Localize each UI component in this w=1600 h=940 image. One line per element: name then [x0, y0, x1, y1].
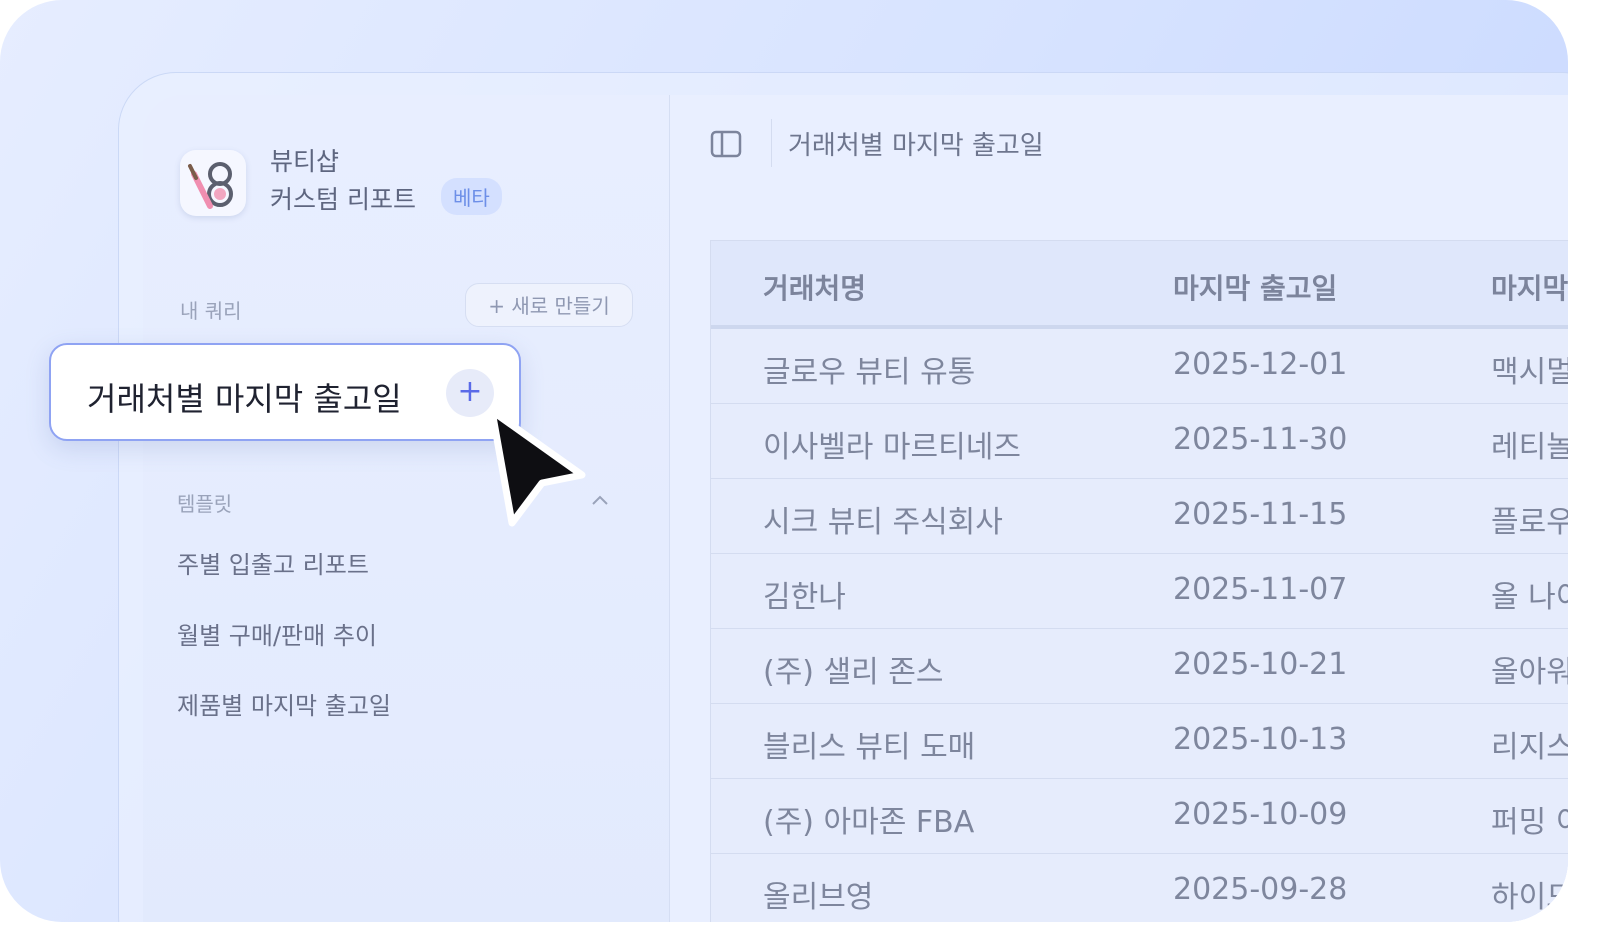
cell-vendor: 올리브영: [763, 880, 874, 915]
table-row[interactable]: (주) 아마존 FBA 2025-10-09 퍼밍 이: [711, 779, 1568, 854]
cell-date: 2025-10-09: [1173, 797, 1348, 832]
cell-vendor: 글로우 뷰티 유통: [763, 355, 976, 390]
table-row[interactable]: 글로우 뷰티 유통 2025-12-01 맥시멀: [711, 329, 1568, 404]
cell-product: 레티놀: [1491, 430, 1568, 465]
table-row[interactable]: 올리브영 2025-09-28 하이드: [711, 854, 1568, 922]
cell-product: 플로우: [1491, 505, 1568, 540]
cell-vendor: (주) 샐리 존스: [763, 655, 944, 690]
popup-query-label: 거래처별 마지막 출고일: [87, 380, 402, 418]
new-query-button[interactable]: + 새로 만들기: [465, 283, 633, 327]
cell-vendor: 시크 뷰티 주식회사: [763, 505, 1003, 540]
cell-vendor: 김한나: [763, 580, 846, 615]
cell-product: 올아워: [1491, 655, 1568, 690]
beta-badge: 베타: [441, 178, 502, 215]
app-window: 뷰티샵 커스텀 리포트 베타 내 쿼리 + 새로 만들기 템플릿 주별 입출고 …: [143, 95, 1568, 922]
template-item-weekly[interactable]: 주별 입출고 리포트: [177, 545, 369, 580]
brand-name: 뷰티샵: [270, 147, 340, 176]
brand-logo-icon: [180, 150, 246, 216]
my-queries-label: 내 쿼리: [180, 299, 242, 323]
query-popup[interactable]: 거래처별 마지막 출고일 +: [49, 343, 521, 441]
cell-date: 2025-12-01: [1173, 347, 1348, 382]
templates-label: 템플릿: [177, 492, 233, 516]
cell-product: 올 나이: [1491, 580, 1568, 615]
sidebar-toggle-icon[interactable]: [709, 127, 743, 161]
cell-date: 2025-11-07: [1173, 572, 1348, 607]
template-item-monthly[interactable]: 월별 구매/판매 추이: [177, 616, 377, 651]
table-row[interactable]: (주) 샐리 존스 2025-10-21 올아워: [711, 629, 1568, 704]
header-last-product[interactable]: 마지막: [1491, 267, 1568, 307]
cell-date: 2025-09-28: [1173, 872, 1348, 907]
table-row[interactable]: 이사벨라 마르티네즈 2025-11-30 레티놀: [711, 404, 1568, 479]
cell-vendor: 이사벨라 마르티네즈: [763, 430, 1021, 465]
cell-vendor: (주) 아마존 FBA: [763, 805, 975, 840]
table-row[interactable]: 시크 뷰티 주식회사 2025-11-15 플로우: [711, 479, 1568, 554]
cell-product: 퍼밍 이: [1491, 805, 1568, 840]
cell-date: 2025-11-30: [1173, 422, 1348, 457]
cell-date: 2025-11-15: [1173, 497, 1348, 532]
table-header: 거래처명 마지막 출고일 마지막: [711, 241, 1568, 329]
template-item-product[interactable]: 제품별 마지막 출고일: [177, 686, 391, 721]
cell-date: 2025-10-21: [1173, 647, 1348, 682]
table-row[interactable]: 김한나 2025-11-07 올 나이: [711, 554, 1568, 629]
brand-subtitle: 커스텀 리포트: [270, 185, 416, 214]
page-title: 거래처별 마지막 출고일: [788, 131, 1044, 161]
header-last-ship-date[interactable]: 마지막 출고일: [1173, 267, 1337, 307]
table-row[interactable]: 블리스 뷰티 도매 2025-10-13 리지스: [711, 704, 1568, 779]
cell-product: 맥시멀: [1491, 355, 1568, 390]
cell-product: 하이드: [1491, 880, 1568, 915]
cell-date: 2025-10-13: [1173, 722, 1348, 757]
header-vendor[interactable]: 거래처명: [763, 267, 866, 307]
results-table: 거래처명 마지막 출고일 마지막 글로우 뷰티 유통 2025-12-01 맥시…: [710, 240, 1568, 922]
cell-vendor: 블리스 뷰티 도매: [763, 730, 976, 765]
cursor-arrow-icon: [488, 407, 586, 527]
background-stage: 뷰티샵 커스텀 리포트 베타 내 쿼리 + 새로 만들기 템플릿 주별 입출고 …: [0, 0, 1568, 922]
toolbar-divider: [771, 119, 772, 167]
cell-product: 리지스: [1491, 730, 1568, 765]
